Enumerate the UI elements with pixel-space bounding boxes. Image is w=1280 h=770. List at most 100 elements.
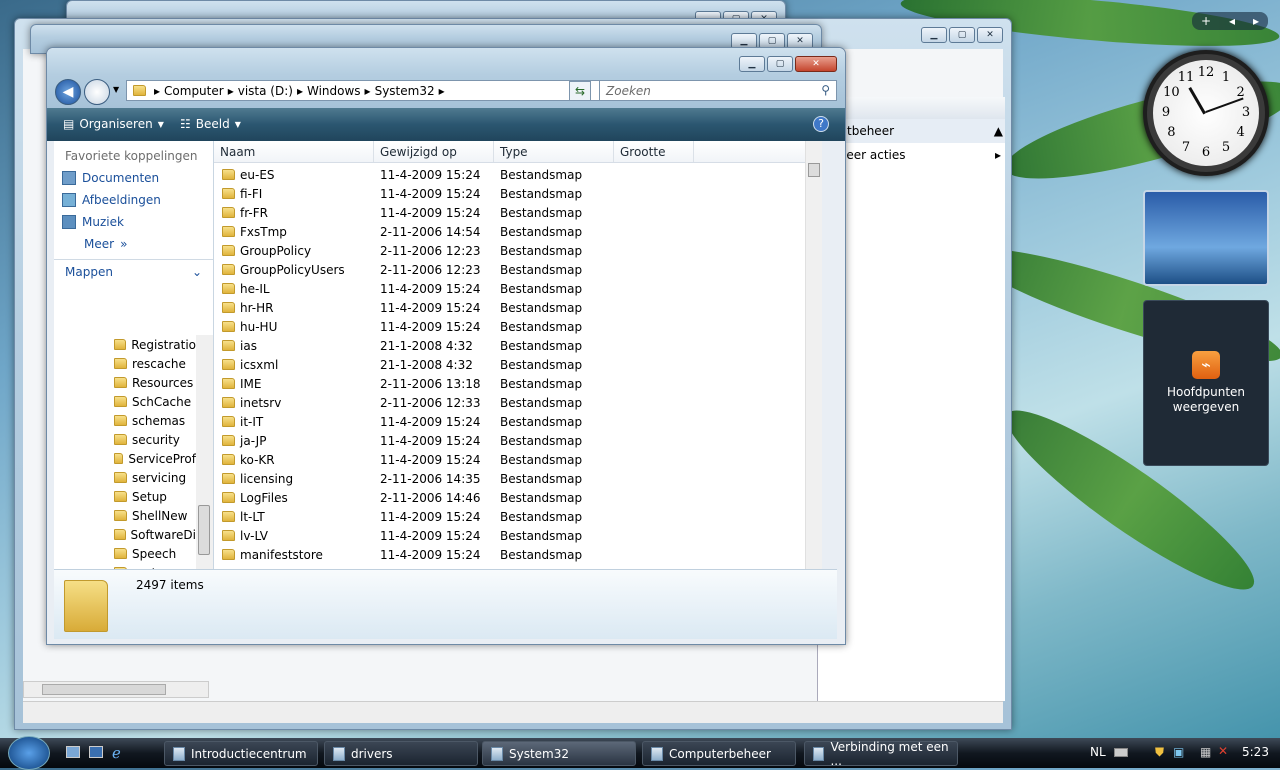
file-modified: 11-4-2009 15:24 xyxy=(380,186,481,201)
tree-folder[interactable]: servicing xyxy=(54,468,196,487)
clock-time[interactable]: 5:23 xyxy=(1242,745,1269,759)
link-more[interactable]: Meer» xyxy=(54,233,213,255)
network-icon[interactable]: ▣ xyxy=(1173,745,1184,759)
file-row[interactable]: ja-JP 11-4-2009 15:24 Bestandsmap xyxy=(214,431,614,450)
hscrollbar[interactable] xyxy=(23,681,209,698)
folder-icon xyxy=(222,397,235,408)
clock-gadget[interactable]: 12 1 2 3 4 5 6 7 8 9 10 11 xyxy=(1143,50,1269,176)
column-type[interactable]: Type xyxy=(494,141,614,162)
action-item[interactable]: araatbeheer ▲ xyxy=(818,119,1005,143)
next-icon[interactable]: ▸ xyxy=(1253,14,1259,28)
switch-windows-icon[interactable] xyxy=(89,746,103,758)
column-size[interactable]: Grootte xyxy=(614,141,694,162)
back-button[interactable]: ◀ xyxy=(55,79,81,105)
file-row[interactable]: GroupPolicyUsers 2-11-2006 12:23 Bestandsm… xyxy=(214,260,614,279)
breadcrumb-drive[interactable]: vista (D:) xyxy=(238,84,293,98)
column-modified[interactable]: Gewijzigd op xyxy=(374,141,494,162)
internet-explorer-icon[interactable]: ℯ xyxy=(112,744,121,762)
minimize-button[interactable]: ▁ xyxy=(739,56,765,72)
address-bar[interactable]: ▸ Computer ▸ vista (D:) ▸ Windows ▸ System32… xyxy=(126,80,639,101)
volume-muted-icon[interactable]: ✕ xyxy=(1218,744,1228,758)
start-button[interactable] xyxy=(8,736,50,770)
breadcrumb-system32[interactable]: System32 xyxy=(375,84,435,98)
tree-folder[interactable]: rescache xyxy=(54,354,196,373)
add-gadget-icon[interactable]: + xyxy=(1201,14,1211,28)
file-row[interactable]: hr-HR 11-4-2009 15:24 Bestandsmap xyxy=(214,298,614,317)
tree-folder[interactable]: Speech xyxy=(54,544,196,563)
history-dropdown-icon[interactable]: ▼ xyxy=(113,85,119,94)
link-music[interactable]: Muziek xyxy=(54,211,213,233)
file-row[interactable]: manifeststore 11-4-2009 15:24 Bestandsmap xyxy=(214,545,614,564)
file-row[interactable]: icsxml 21-1-2008 4:32 Bestandsmap xyxy=(214,355,614,374)
help-icon[interactable]: ? xyxy=(813,116,829,132)
tree-folder[interactable]: schemas xyxy=(54,411,196,430)
prev-icon[interactable]: ◂ xyxy=(1229,14,1235,28)
search-icon[interactable]: ⚲ xyxy=(821,83,830,97)
feed-gadget[interactable]: ⌁ Hoofdpunten weergeven xyxy=(1143,300,1269,466)
link-documents[interactable]: Documenten xyxy=(54,167,213,189)
taskbar-button[interactable]: Verbinding met een ... xyxy=(804,740,958,768)
security-icon[interactable]: ⛊ xyxy=(1155,745,1164,760)
file-row[interactable]: lt-LT 11-4-2009 15:24 Bestandsmap xyxy=(214,507,614,526)
search-input[interactable]: Zoeken ⚲ xyxy=(599,80,837,101)
arrow-right-icon: ▸ xyxy=(994,148,1001,162)
minimize-button[interactable]: ▁ xyxy=(921,27,947,43)
folder-icon xyxy=(222,435,235,446)
file-row[interactable]: hu-HU 11-4-2009 15:24 Bestandsmap xyxy=(214,317,614,336)
tree-folder[interactable]: Registratio xyxy=(54,335,196,354)
file-row[interactable]: eu-ES 11-4-2009 15:24 Bestandsmap xyxy=(214,165,614,184)
file-row[interactable]: LogFiles 2-11-2006 14:46 Bestandsmap xyxy=(214,488,614,507)
file-row[interactable]: inetsrv 2-11-2006 12:33 Bestandsmap xyxy=(214,393,614,412)
tree-folder[interactable]: Setup xyxy=(54,487,196,506)
view-button[interactable]: ☷ Beeld ▼ xyxy=(180,117,241,131)
file-row[interactable]: FxsTmp 2-11-2006 14:54 Bestandsmap xyxy=(214,222,614,241)
explorer-window[interactable]: ▁ ▢ ✕ ◀ ▼ ▸ Computer ▸ vista (D:) ▸ Windows ▸… xyxy=(46,47,846,645)
file-list-scrollbar[interactable] xyxy=(805,141,822,569)
breadcrumb-computer[interactable]: Computer xyxy=(164,84,224,98)
organize-button[interactable]: ▤ Organiseren ▼ xyxy=(63,117,164,131)
slideshow-gadget[interactable] xyxy=(1143,190,1269,286)
file-row[interactable]: GroupPolicy 2-11-2006 12:23 Bestandsmap xyxy=(214,241,614,260)
tree-folder[interactable]: ShellNew xyxy=(54,506,196,525)
taskbar-button[interactable]: Introductiecentrum xyxy=(164,741,318,766)
tree-folder[interactable]: security xyxy=(54,430,196,449)
show-desktop-icon[interactable] xyxy=(66,746,80,758)
folder-icon xyxy=(222,530,235,541)
maximize-button[interactable]: ▢ xyxy=(767,56,793,72)
breadcrumb-windows[interactable]: Windows xyxy=(307,84,361,98)
tree-scrollbar[interactable] xyxy=(196,335,213,569)
link-pictures[interactable]: Afbeeldingen xyxy=(54,189,213,211)
folder-icon xyxy=(222,226,235,237)
tree-folder[interactable]: SchCache xyxy=(54,392,196,411)
file-row[interactable]: he-IL 11-4-2009 15:24 Bestandsmap xyxy=(214,279,614,298)
file-name: GroupPolicyUsers xyxy=(240,262,345,277)
maximize-button[interactable]: ▢ xyxy=(949,27,975,43)
network-error-icon[interactable]: ▦ xyxy=(1200,745,1211,759)
forward-button[interactable] xyxy=(84,79,110,105)
keyboard-icon[interactable] xyxy=(1114,748,1128,757)
folders-header[interactable]: Mappen ⌄ xyxy=(54,259,213,283)
file-row[interactable]: ias 21-1-2008 4:32 Bestandsmap xyxy=(214,336,614,355)
tree-folder[interactable]: ServiceProf xyxy=(54,449,196,468)
taskbar-button[interactable]: System32 xyxy=(482,741,636,766)
file-row[interactable]: it-IT 11-4-2009 15:24 Bestandsmap xyxy=(214,412,614,431)
tree-folder[interactable]: SoftwareDi xyxy=(54,525,196,544)
file-row[interactable]: licensing 2-11-2006 14:35 Bestandsmap xyxy=(214,469,614,488)
action-more[interactable]: Meer acties ▸ xyxy=(818,143,1005,167)
taskbar-button[interactable]: Computerbeheer xyxy=(642,741,796,766)
sidebar-controls[interactable]: + ◂ ▸ xyxy=(1192,12,1268,30)
close-button[interactable]: ✕ xyxy=(795,56,837,72)
refresh-button[interactable]: ⇆ xyxy=(569,81,591,101)
close-button[interactable]: ✕ xyxy=(977,27,1003,43)
file-row[interactable]: ko-KR 11-4-2009 15:24 Bestandsmap xyxy=(214,450,614,469)
file-modified: 2-11-2006 12:23 xyxy=(380,243,481,258)
taskbar-button[interactable]: drivers xyxy=(324,741,478,766)
file-row[interactable]: fr-FR 11-4-2009 15:24 Bestandsmap xyxy=(214,203,614,222)
taskbar: ℯ Introductiecentrum drivers System32 Compu… xyxy=(0,736,1280,770)
column-name[interactable]: Naam xyxy=(214,141,374,162)
language-indicator[interactable]: NL xyxy=(1090,745,1106,759)
file-row[interactable]: fi-FI 11-4-2009 15:24 Bestandsmap xyxy=(214,184,614,203)
file-row[interactable]: lv-LV 11-4-2009 15:24 Bestandsmap xyxy=(214,526,614,545)
file-row[interactable]: IME 2-11-2006 13:18 Bestandsmap xyxy=(214,374,614,393)
tree-folder[interactable]: Resources xyxy=(54,373,196,392)
